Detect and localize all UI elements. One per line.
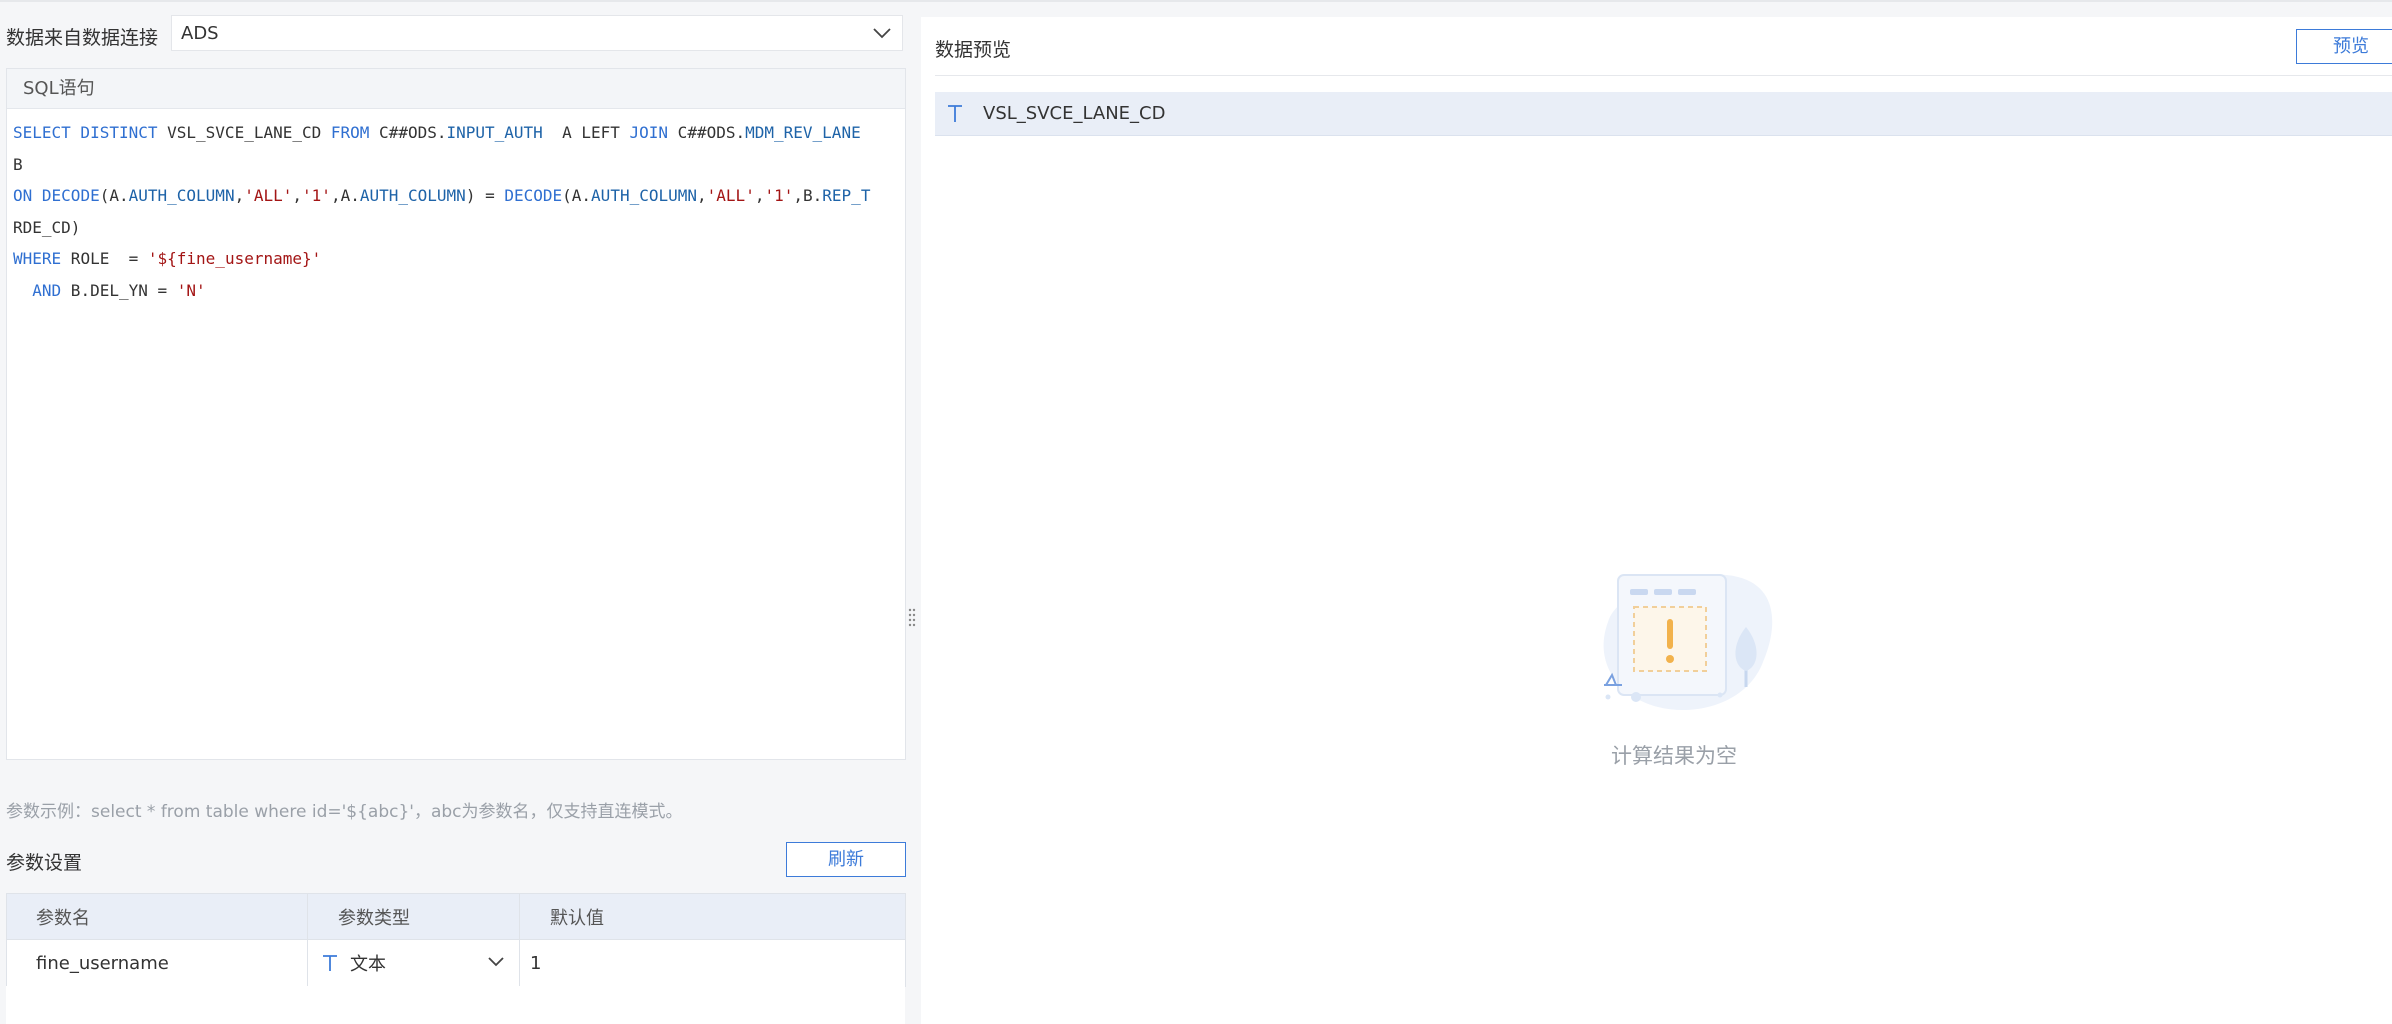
sql-token: '${fine_username}': [147, 249, 322, 268]
sql-line: B: [13, 149, 905, 181]
sql-token: WHERE: [13, 249, 62, 268]
sql-token: ,B.: [793, 186, 823, 205]
data-connection-select[interactable]: ADS: [171, 15, 903, 51]
param-table-filler: [6, 986, 905, 1024]
sql-token: DECODE: [41, 186, 100, 205]
data-connection-value: ADS: [181, 23, 219, 44]
sql-token: ROLE =: [61, 249, 148, 268]
sql-token: JOIN: [629, 123, 669, 142]
sql-token: FROM: [330, 123, 370, 142]
table-row: fine_username 文本 1: [6, 939, 906, 987]
sql-token: '1': [302, 186, 331, 205]
top-border: [0, 0, 2392, 2]
sql-token: C##ODS.: [369, 123, 447, 142]
sql-token: ON: [13, 186, 33, 205]
default-value-input[interactable]: 1: [519, 939, 906, 987]
sql-token: AUTH_COLUMN: [359, 186, 466, 205]
sql-token: INPUT_AUTH: [446, 123, 543, 142]
sql-token: A LEFT: [542, 123, 630, 142]
column-header-default-value: 默认值: [519, 893, 906, 940]
param-settings-title: 参数设置: [6, 852, 83, 874]
column-header-param-type: 参数类型: [307, 893, 520, 940]
data-preview-title: 数据预览: [935, 39, 1012, 61]
sql-token: ,: [697, 186, 707, 205]
column-header-param-name: 参数名: [6, 893, 308, 940]
sql-token: '1': [764, 186, 794, 205]
sql-token: 'N': [176, 280, 206, 300]
sql-token: RDE_CD): [13, 217, 81, 237]
sql-line: SELECT DISTINCT VSL_SVCE_LANE_CD FROM C#…: [13, 117, 905, 149]
sql-line: RDE_CD): [13, 212, 905, 244]
divider: [935, 75, 2392, 76]
sql-token: AUTH_COLUMN: [591, 186, 698, 205]
sql-token: MDM_REV_LANE: [745, 123, 861, 142]
sql-token: (A.: [562, 186, 592, 205]
sql-token: B.DEL_YN =: [61, 280, 177, 300]
chevron-down-icon: [873, 28, 891, 39]
empty-result-icon: [1603, 574, 1773, 710]
sql-token: ,A.: [330, 186, 360, 205]
sql-line: AND B.DEL_YN = 'N': [13, 275, 905, 307]
sql-token: B: [13, 154, 23, 174]
sql-token: VSL_SVCE_LANE_CD: [157, 123, 331, 142]
param-type-value: 文本: [350, 954, 386, 975]
drag-handle-icon[interactable]: [907, 606, 917, 630]
sql-editor[interactable]: SELECT DISTINCT VSL_SVCE_LANE_CD FROM C#…: [7, 109, 905, 306]
sql-token: DECODE: [504, 186, 563, 205]
sql-editor-panel: SQL语句 SELECT DISTINCT VSL_SVCE_LANE_CD F…: [6, 68, 906, 760]
sql-editor-header: SQL语句: [7, 69, 905, 109]
chevron-down-icon: [488, 957, 504, 967]
sql-token: AND: [32, 280, 62, 300]
sql-token: 'ALL': [244, 186, 293, 205]
sql-token: REP_T: [822, 186, 871, 205]
preview-button[interactable]: 预览: [2296, 29, 2392, 64]
data-source-label: 数据来自数据连接: [6, 27, 159, 49]
param-table: 参数名 参数类型 默认值 fine_username 文本 1: [6, 893, 906, 987]
text-type-icon: [323, 955, 337, 971]
text-type-icon: [948, 105, 962, 122]
param-name-cell: fine_username: [6, 939, 308, 987]
preview-column-header: VSL_SVCE_LANE_CD: [935, 92, 2392, 136]
sql-token: ,: [292, 186, 303, 205]
sql-token: AUTH_COLUMN: [128, 186, 235, 205]
data-preview-panel: 数据预览 预览 VSL_SVCE_LANE_CD 计算结果为空: [921, 17, 2392, 1024]
sql-token: (A.: [99, 186, 129, 205]
refresh-button[interactable]: 刷新: [786, 842, 906, 877]
sql-line: WHERE ROLE = '${fine_username}': [13, 243, 905, 275]
param-type-select[interactable]: 文本: [307, 939, 520, 987]
sql-token: C##ODS.: [668, 123, 746, 142]
param-example-hint: 参数示例：select * from table where id='${abc…: [6, 802, 683, 822]
sql-token: 'ALL': [706, 186, 755, 205]
sql-token: ,: [234, 186, 245, 205]
sql-token: SELECT DISTINCT: [13, 123, 158, 142]
preview-column-name: VSL_SVCE_LANE_CD: [983, 103, 1166, 124]
sql-line: ON DECODE(A.AUTH_COLUMN,'ALL','1',A.AUTH…: [13, 180, 905, 212]
sql-token: ) =: [465, 186, 505, 205]
empty-result-text: 计算结果为空: [1611, 744, 1737, 768]
param-table-header: 参数名 参数类型 默认值: [6, 893, 906, 940]
